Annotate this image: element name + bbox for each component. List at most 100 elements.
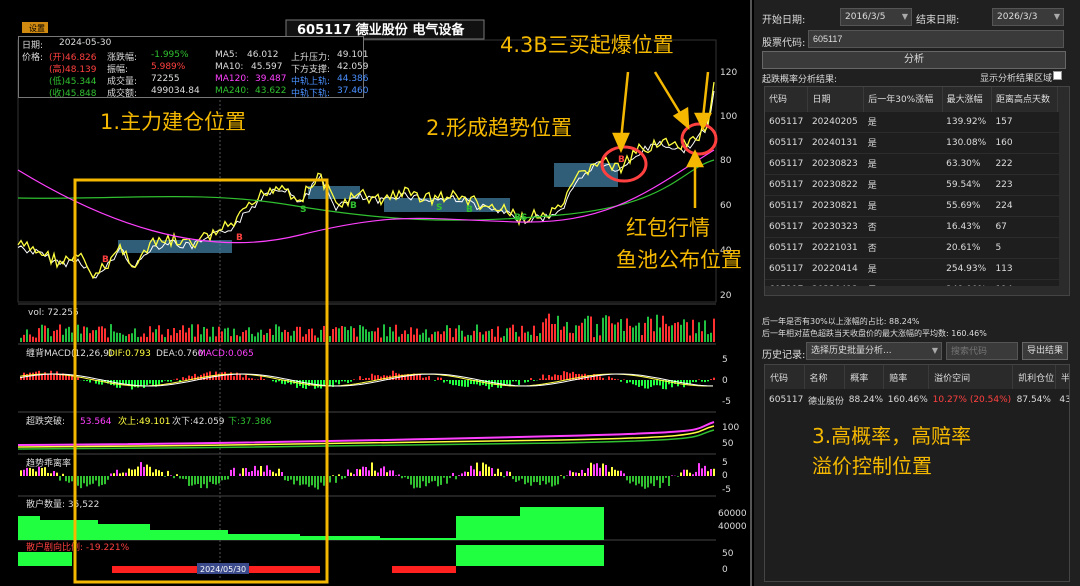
result-column-header[interactable]: 距离高点天数 xyxy=(991,87,1059,111)
export-button[interactable]: 导出结果 xyxy=(1022,342,1068,360)
end-date-picker[interactable]: 2026/3/3 ▼ xyxy=(992,8,1064,26)
volume-bar xyxy=(584,318,586,342)
result-row[interactable]: 60511720220414是254.93%1132.26 xyxy=(765,257,1069,279)
volume-bar xyxy=(365,329,367,342)
result-row[interactable]: 60511720230822是59.54%2230.27 xyxy=(765,173,1069,195)
volume-bar xyxy=(167,329,169,342)
volume-bar xyxy=(452,337,454,342)
volume-bar xyxy=(320,329,322,342)
trend-bar xyxy=(155,469,157,476)
macd-bar xyxy=(518,380,520,385)
trend-bar xyxy=(662,476,664,483)
start-date-picker[interactable]: 2016/3/5 ▼ xyxy=(840,8,912,26)
trend-bar xyxy=(38,466,40,476)
macd-bar xyxy=(434,380,436,381)
macd-bar xyxy=(608,376,610,380)
volume-bar xyxy=(23,334,25,342)
trend-bar xyxy=(167,470,169,476)
volume-bar xyxy=(563,326,565,342)
result-column-header[interactable]: 后一年30%涨幅 xyxy=(863,87,943,111)
settings-badge-text: 设置 xyxy=(29,23,45,33)
annotation-trend: 2.形成趋势位置 xyxy=(426,116,573,140)
history-column-header[interactable]: 赔率 xyxy=(883,365,930,389)
volume-bar xyxy=(173,328,175,342)
trend-bar xyxy=(254,465,256,476)
volume-bar xyxy=(629,325,631,342)
volume-bar xyxy=(89,333,91,342)
stock-code-input[interactable] xyxy=(808,30,1064,48)
result-row[interactable]: 60511720240131是130.08%1600.81 xyxy=(765,131,1069,153)
analyze-button[interactable]: 分析 xyxy=(762,51,1066,69)
stock-chart-area[interactable]: 设置 605117 德业股份 电气设备 120 100 80 60 40 20 BBSBS… xyxy=(0,0,752,586)
result-cell: 605117 xyxy=(765,215,808,237)
show-result-checkbox[interactable] xyxy=(1053,71,1062,80)
retail-step xyxy=(98,524,150,540)
history-column-header[interactable]: 凯利仓位 xyxy=(1012,365,1056,389)
history-column-header[interactable]: 半凯利 xyxy=(1055,365,1069,389)
result-column-header[interactable]: 最大涨幅 xyxy=(942,87,992,111)
retail-step xyxy=(40,520,98,540)
macd-bar xyxy=(143,380,145,389)
macd-bar xyxy=(251,378,253,380)
result-row[interactable]: 60511720230323否16.43%670.25 xyxy=(765,215,1069,237)
trend-bar xyxy=(569,470,571,476)
trend-bar xyxy=(707,471,709,476)
history-select[interactable]: 选择历史批量分析... ▼ xyxy=(806,342,942,360)
macd-bar xyxy=(641,380,643,386)
volume-bar xyxy=(281,332,283,342)
trend-bar xyxy=(491,468,493,476)
result-row[interactable]: 60511720230823是63.30%2220.29 xyxy=(765,152,1069,174)
volume-bar xyxy=(662,315,664,342)
volume-bar xyxy=(431,334,433,342)
volume-bar xyxy=(308,329,310,342)
trend-bar xyxy=(611,466,613,476)
result-column-header[interactable]: 日期 xyxy=(807,87,865,111)
price-axis-tick: 60 xyxy=(720,201,732,211)
history-row[interactable]: 605117 德业股份 88.24% 160.46% 10.27% (20.54%) 87… xyxy=(765,389,1069,411)
trend-bar xyxy=(530,476,532,486)
volume-bar xyxy=(623,330,625,342)
trend-bar xyxy=(431,476,433,482)
volume-bar xyxy=(32,336,34,342)
result-table-hscroll[interactable] xyxy=(765,286,1069,295)
trend-bar xyxy=(203,476,205,485)
volume-bar xyxy=(359,325,361,342)
macd-bar xyxy=(515,380,517,382)
result-table-vscroll[interactable] xyxy=(1059,87,1069,295)
history-column-header[interactable]: 概率 xyxy=(844,365,885,389)
search-code-input[interactable] xyxy=(946,342,1018,360)
history-column-header[interactable]: 代码 xyxy=(765,365,805,389)
volume-bar xyxy=(188,327,190,342)
volume-bar xyxy=(245,330,247,342)
end-date-value: 2026/3/3 xyxy=(997,12,1038,22)
trend-bar xyxy=(71,476,73,482)
volume-bar xyxy=(683,319,685,342)
volume-bar xyxy=(257,332,259,342)
trend-bar xyxy=(386,472,388,476)
trend-bar xyxy=(485,464,487,476)
result-column-header[interactable]: 代码 xyxy=(765,87,809,111)
trend-bar xyxy=(416,476,418,488)
volume-bar xyxy=(416,328,418,342)
macd-bar xyxy=(419,374,421,380)
result-row[interactable]: 60511720240205是139.92%1570.89 xyxy=(765,110,1069,132)
history-column-header[interactable]: 溢价空间 xyxy=(928,365,1014,389)
volume-bar xyxy=(314,335,316,342)
history-column-header[interactable]: 名称 xyxy=(804,365,846,389)
trend-bar xyxy=(164,476,166,477)
macd-bar xyxy=(56,371,58,380)
trend-bar xyxy=(440,476,442,485)
volume-bar xyxy=(608,316,610,342)
result-cell: 20220414 xyxy=(807,257,864,279)
result-row[interactable]: 60511720230821是55.69%2240.25 xyxy=(765,194,1069,216)
volume-bar xyxy=(428,337,430,342)
volume-bar xyxy=(539,333,541,342)
info-price-label: 价格: xyxy=(22,53,44,63)
macd-bar xyxy=(602,377,604,380)
result-row[interactable]: 60511720221031否20.61%54.12 xyxy=(765,236,1069,258)
macd-bar xyxy=(110,380,112,385)
trend-bar xyxy=(95,476,97,481)
volume-bar xyxy=(263,334,265,342)
volume-bar xyxy=(299,326,301,342)
trend-bar xyxy=(338,474,340,476)
